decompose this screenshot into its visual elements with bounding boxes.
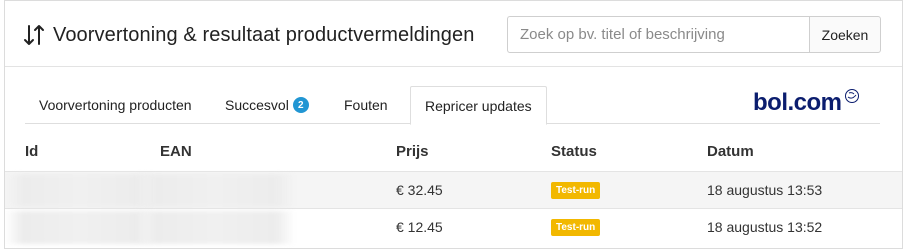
table-header: Id EAN Prijs Status Datum	[5, 131, 902, 171]
search-bar: Zoeken	[507, 16, 881, 53]
tab-repricer-updates[interactable]: Repricer updates	[410, 86, 547, 125]
logo-text: bol.com	[753, 89, 842, 116]
tab-voorvertoning-producten[interactable]: Voorvertoning producten	[25, 86, 206, 124]
page-title: Voorvertoning & resultaat productvermeld…	[53, 23, 475, 46]
bolcom-smile-icon	[844, 89, 859, 103]
tab-label: Fouten	[344, 97, 388, 113]
tab-bar: Voorvertoning producten Succesvol 2 Fout…	[25, 86, 880, 125]
card-header: Voorvertoning & resultaat productvermeld…	[5, 1, 902, 67]
table-row[interactable]: € 32.45 Test-run 18 augustus 13:53	[5, 171, 902, 208]
date-cell: 18 augustus 13:53	[707, 182, 823, 198]
column-header-status: Status	[551, 143, 597, 160]
tab-fouten[interactable]: Fouten	[330, 86, 402, 124]
price-cell: € 32.45	[396, 182, 443, 198]
redacted-id	[5, 211, 155, 244]
tab-succesvol[interactable]: Succesvol 2	[211, 86, 323, 124]
redacted-ean	[135, 211, 295, 244]
tab-label: Voorvertoning producten	[39, 97, 192, 113]
column-header-prijs: Prijs	[396, 143, 429, 160]
results-table: Id EAN Prijs Status Datum € 32.45 Test-r…	[5, 131, 902, 245]
search-button[interactable]: Zoeken	[809, 16, 881, 53]
column-header-id: Id	[25, 143, 39, 160]
column-header-datum: Datum	[707, 143, 754, 160]
date-cell: 18 augustus 13:52	[707, 219, 823, 235]
redacted-id	[5, 174, 155, 207]
column-header-ean: EAN	[160, 143, 192, 160]
tab-label: Succesvol	[225, 97, 289, 113]
count-badge: 2	[292, 97, 309, 113]
status-badge: Test-run	[551, 219, 601, 236]
price-cell: € 12.45	[396, 219, 443, 235]
table-row[interactable]: € 12.45 Test-run 18 augustus 13:52	[5, 208, 902, 245]
bolcom-logo: bol.com	[753, 88, 861, 118]
status-badge: Test-run	[551, 182, 601, 199]
tab-label: Repricer updates	[425, 97, 532, 114]
sort-arrows-icon	[24, 25, 44, 45]
results-card: Voorvertoning & resultaat productvermeld…	[4, 0, 903, 249]
redacted-ean	[135, 174, 295, 207]
search-input[interactable]	[507, 16, 809, 53]
title-wrap: Voorvertoning & resultaat productvermeld…	[23, 20, 474, 50]
